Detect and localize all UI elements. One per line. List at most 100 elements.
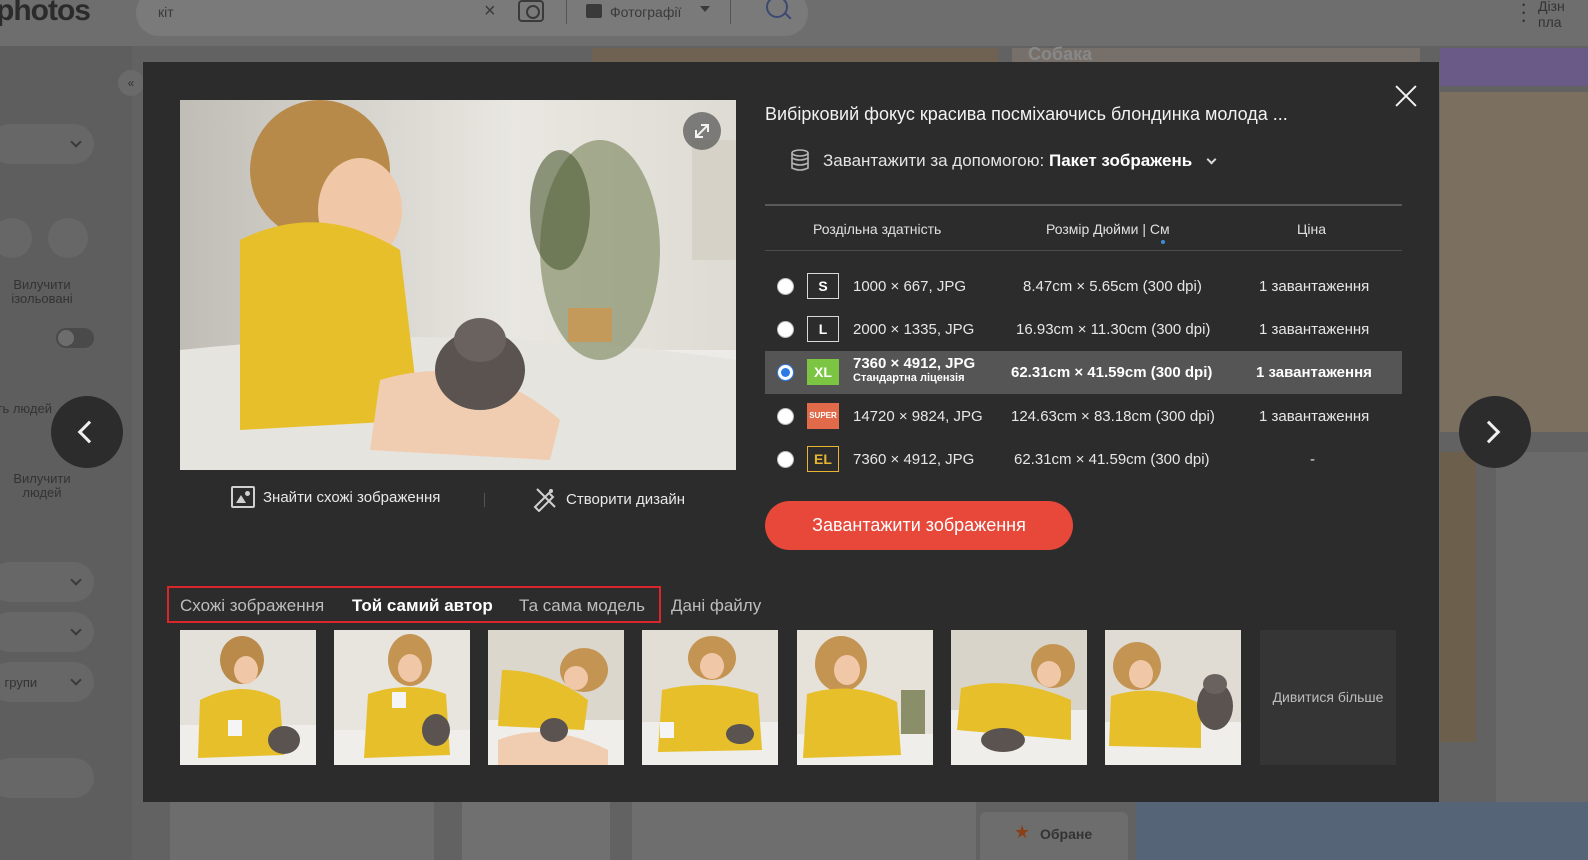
camera-icon[interactable]	[518, 0, 544, 22]
result-tile[interactable]	[592, 48, 998, 62]
search-input[interactable]: кіт	[158, 4, 174, 20]
size-radio-checked[interactable]	[777, 364, 794, 381]
header-promo-text[interactable]: Дізн пла	[1538, 0, 1565, 30]
tab-same-author[interactable]: Той самий автор	[352, 596, 493, 616]
license-label: Стандартна ліцензія	[853, 372, 965, 384]
size-option-row-selected[interactable]: XL 7360 × 4912, JPG Стандартна ліцензія …	[765, 351, 1402, 394]
thumbnail-photo	[951, 630, 1087, 765]
sidebar-select[interactable]	[0, 124, 94, 164]
divider	[730, 0, 731, 24]
column-size[interactable]: Розмір Дюйми | См	[1046, 221, 1170, 237]
size-table-header: Роздільна здатність Розмір Дюйми | См Ці…	[765, 207, 1402, 251]
resolution-value: 2000 × 1335, JPG	[853, 321, 975, 338]
thumbnail-photo	[334, 630, 470, 765]
price-value: -	[1310, 451, 1315, 468]
thumbnail-photo	[488, 630, 624, 765]
toggle-switch[interactable]	[56, 328, 94, 348]
preview-photo	[180, 100, 736, 470]
result-tile[interactable]	[1440, 92, 1588, 432]
price-value: 1 завантаження	[1259, 408, 1370, 425]
previous-image-button[interactable]	[51, 396, 123, 468]
size-radio[interactable]	[777, 321, 794, 338]
image-title: Вибірковий фокус красива посміхаючись бл…	[765, 104, 1288, 124]
related-thumbnail[interactable]	[951, 630, 1087, 765]
sidebar-select[interactable]	[0, 562, 94, 602]
chevron-down-icon	[700, 6, 710, 12]
related-thumbnail[interactable]	[180, 630, 316, 765]
coins-stack-icon	[791, 149, 809, 171]
thumbnail-photo	[797, 630, 933, 765]
column-resolution: Роздільна здатність	[813, 221, 942, 237]
dimensions-value: 16.93cm × 11.30cm (300 dpi)	[1016, 321, 1211, 338]
result-tile[interactable]	[632, 802, 976, 860]
size-option-row[interactable]: L 2000 × 1335, JPG 16.93cm × 11.30cm (30…	[765, 308, 1402, 351]
download-via-label: Завантажити за допомогою:	[823, 151, 1045, 170]
next-image-button[interactable]	[1459, 396, 1531, 468]
chevron-left-icon	[77, 420, 101, 444]
exclude-people-button[interactable]: Вилучити людей	[4, 472, 80, 500]
result-tile[interactable]	[1440, 48, 1588, 86]
related-thumbnail[interactable]	[642, 630, 778, 765]
find-similar-label: Знайти схожі зображення	[263, 488, 441, 506]
expand-icon[interactable]	[683, 112, 721, 150]
sidebar-select[interactable]	[0, 612, 94, 652]
size-badge: XL	[807, 359, 839, 385]
panorama-orientation-icon[interactable]	[48, 218, 88, 258]
thumbnail-photo	[642, 630, 778, 765]
table-divider	[765, 204, 1402, 206]
price-value: 1 завантаження	[1259, 278, 1370, 295]
close-icon[interactable]	[1393, 84, 1419, 110]
related-thumbnail[interactable]	[334, 630, 470, 765]
size-badge: SUPER	[807, 403, 839, 429]
media-type-select[interactable]: Фотографії	[610, 4, 681, 20]
price-value: 1 завантаження	[1259, 321, 1370, 338]
create-design-label: Створити дизайн	[566, 490, 685, 508]
exclude-isolated-button[interactable]: Вилучити ізольовані	[4, 278, 80, 306]
see-more-button[interactable]: Дивитися більше	[1260, 630, 1396, 765]
tab-file-info[interactable]: Дані файлу	[671, 596, 761, 616]
related-thumbnail[interactable]	[488, 630, 624, 765]
chevron-right-icon	[1477, 420, 1501, 444]
result-tile[interactable]	[462, 802, 610, 860]
clear-search-icon[interactable]: ×	[484, 0, 496, 23]
groups-label: і групи	[0, 675, 38, 690]
design-tools-icon	[533, 488, 556, 512]
size-badge: L	[807, 316, 839, 342]
thumbnail-photo	[1105, 630, 1241, 765]
download-method-select[interactable]: Завантажити за допомогою: Пакет зображен…	[789, 148, 1217, 174]
dimensions-value: 62.31cm × 41.59cm (300 dpi)	[1011, 364, 1213, 381]
find-similar-button[interactable]: Знайти схожі зображення	[231, 486, 440, 508]
resolution-value: 14720 × 9824, JPG	[853, 408, 983, 425]
collapse-sidebar-icon[interactable]: «	[118, 70, 144, 96]
result-tile[interactable]	[1440, 452, 1476, 742]
related-thumbnail[interactable]	[1105, 630, 1241, 765]
tab-similar-images[interactable]: Схожі зображення	[180, 596, 324, 616]
sidebar-select[interactable]	[0, 758, 94, 798]
download-image-button[interactable]: Завантажити зображення	[765, 501, 1073, 550]
preview-image[interactable]	[180, 100, 736, 470]
unit-indicator	[1161, 240, 1165, 244]
size-option-row[interactable]: S 1000 × 667, JPG 8.47cm × 5.65cm (300 d…	[765, 265, 1402, 308]
resolution-value: 7360 × 4912, JPG	[853, 451, 975, 468]
thumbnail-photo	[180, 630, 316, 765]
size-radio[interactable]	[777, 451, 794, 468]
size-radio[interactable]	[777, 278, 794, 295]
result-tile[interactable]	[1136, 802, 1588, 860]
resolution-text: 7360 × 4912, JPG	[853, 355, 976, 372]
size-option-row[interactable]: SUPER 14720 × 9824, JPG 124.63cm × 83.18…	[765, 395, 1402, 438]
tab-same-model[interactable]: Та сама модель	[519, 596, 645, 616]
star-icon: ★	[1014, 822, 1031, 842]
site-logo[interactable]: photos	[0, 0, 91, 28]
chevron-down-icon	[1206, 154, 1217, 164]
size-option-row[interactable]: EL 7360 × 4912, JPG 62.31cm × 41.59cm (3…	[765, 438, 1402, 481]
result-tile[interactable]	[1496, 452, 1588, 842]
result-tile[interactable]	[170, 802, 434, 860]
download-via-value: Пакет зображень	[1048, 151, 1193, 170]
expand-glyph	[695, 124, 709, 138]
create-design-button[interactable]: Створити дизайн	[532, 486, 685, 512]
resolution-value: 7360 × 4912, JPG Стандартна ліцензія	[853, 355, 976, 385]
size-radio[interactable]	[777, 408, 794, 425]
size-badge: EL	[807, 446, 839, 472]
more-vertical-icon[interactable]: · · ·	[1520, 0, 1527, 31]
related-thumbnail[interactable]	[797, 630, 933, 765]
